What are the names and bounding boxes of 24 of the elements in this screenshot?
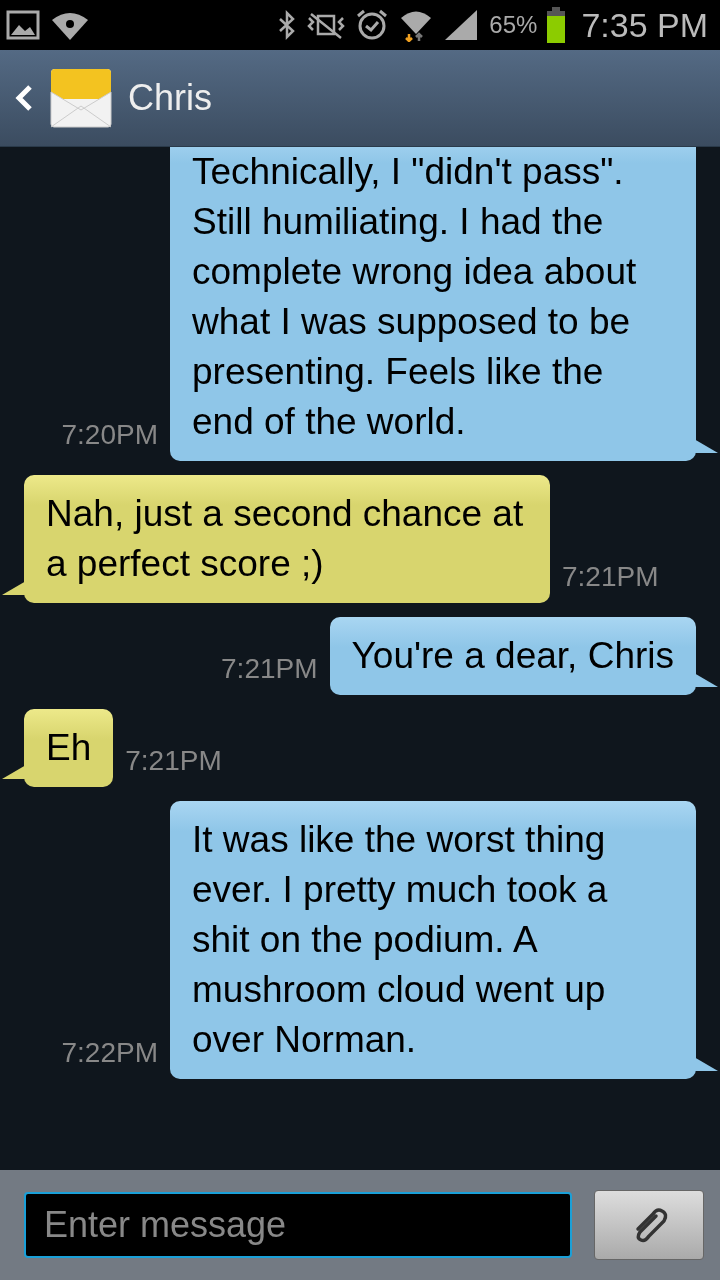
clock: 7:35 PM: [581, 5, 708, 45]
bubble-tail: [694, 673, 718, 687]
message-time: 7:21PM: [125, 745, 222, 778]
message-input-field[interactable]: Enter message: [24, 1192, 572, 1258]
picture-icon: [6, 10, 40, 40]
message-time: 7:22PM: [61, 1037, 158, 1070]
message-time: 7:20PM: [61, 419, 158, 452]
contact-name: Chris: [128, 77, 212, 119]
bubble-tail: [2, 581, 26, 595]
battery-icon: [547, 7, 566, 43]
back-icon: [14, 83, 34, 113]
wifi-icon: [50, 10, 90, 40]
message-time: 7:21PM: [221, 653, 318, 686]
message-time: 7:21PM: [562, 561, 659, 594]
signal-icon: [443, 8, 480, 42]
vibrate-mute-icon: [307, 10, 346, 40]
attach-button[interactable]: [594, 1190, 704, 1260]
bubble-tail: [2, 765, 26, 779]
battery-percent: 65%: [489, 11, 538, 39]
alarm-icon: [355, 8, 390, 42]
back-button[interactable]: [14, 83, 34, 113]
bubble-tail: [694, 439, 718, 453]
bubble-tail: [694, 1057, 718, 1071]
envelope-icon: [50, 68, 112, 128]
